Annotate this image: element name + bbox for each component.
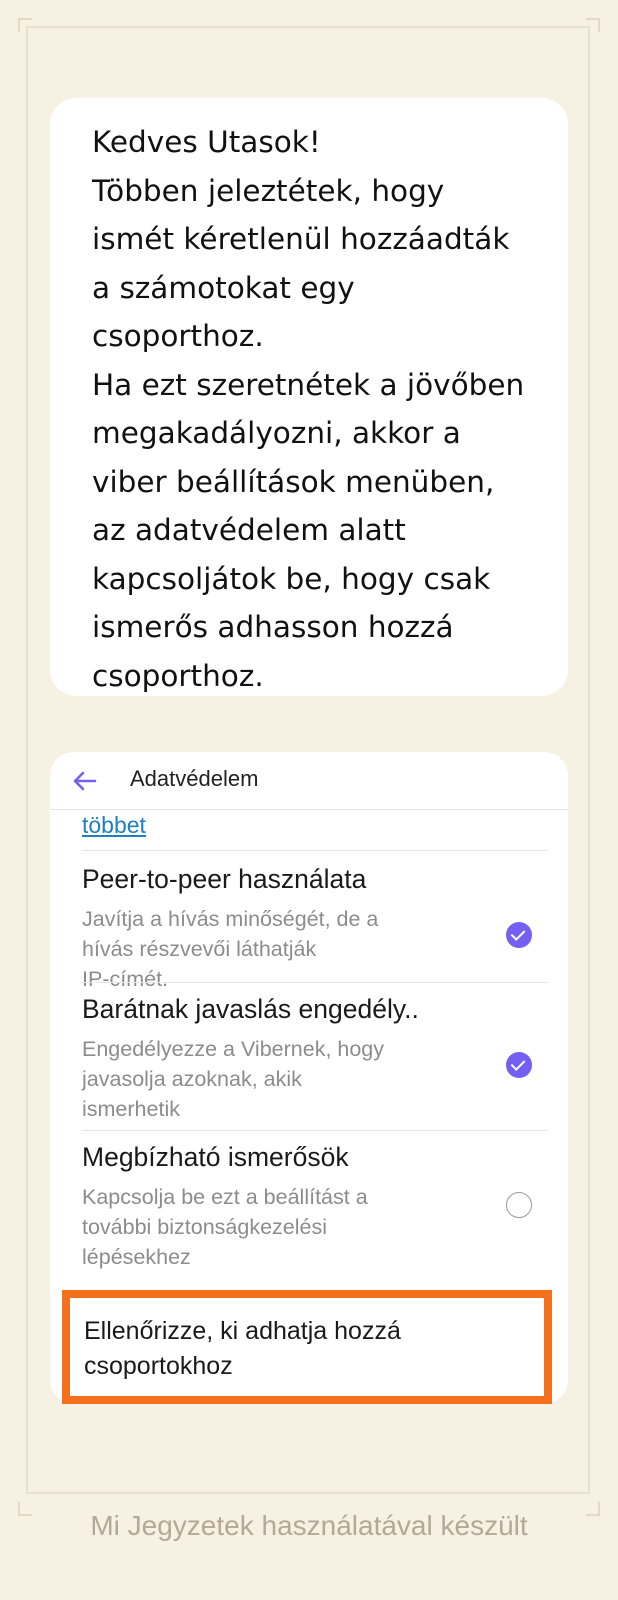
- note-line: az adatvédelem alatt: [92, 513, 406, 547]
- note-text: Kedves Utasok! Többen jeleztétek, hogy i…: [92, 118, 552, 700]
- note-card: Kedves Utasok! Többen jeleztétek, hogy i…: [50, 98, 568, 696]
- desc-line: lépésekhez: [82, 1245, 191, 1269]
- setting-title: Megbízható ismerősök: [82, 1142, 349, 1172]
- setting-description: Javítja a hívás minőségét, de a hívás ré…: [82, 904, 482, 994]
- setting-peer-to-peer[interactable]: Peer-to-peer használata Javítja a hívás …: [82, 864, 548, 991]
- scroll-fade: [50, 1270, 568, 1290]
- note-line: Többen jeleztétek, hogy: [92, 173, 445, 208]
- desc-line: Engedélyezze a Vibernek, hogy: [82, 1037, 385, 1061]
- setting-friend-suggestion[interactable]: Barátnak javaslás engedély.. Engedélyezz…: [82, 994, 548, 1121]
- note-line: csoporthoz.: [92, 658, 264, 693]
- footer-caption: Mi Jegyzetek használatával készült: [90, 1510, 528, 1541]
- label-line: Ellenőrizze, ki adhatja hozzá: [84, 1317, 401, 1345]
- divider: [82, 982, 548, 983]
- checkbox-checked[interactable]: [506, 922, 532, 948]
- frame-corner: [18, 18, 32, 32]
- group-add-permission-item[interactable]: Ellenőrizze, ki adhatja hozzá csoportokh…: [62, 1290, 552, 1404]
- note-line: Kedves Utasok!: [92, 125, 321, 159]
- note-line: ismét kéretlenül hozzáadták: [92, 222, 510, 256]
- divider: [82, 1130, 548, 1131]
- setting-title: Peer-to-peer használata: [82, 864, 367, 894]
- note-line: kapcsoljátok be, hogy csak: [92, 561, 491, 596]
- desc-line: javasolja azoknak, akik: [82, 1067, 302, 1091]
- note-line: viber beállítások menüben,: [92, 464, 495, 499]
- top-bar: Adatvédelem: [50, 752, 568, 810]
- desc-line: IP-címét.: [82, 967, 169, 991]
- setting-trusted-contacts[interactable]: Megbízható ismerősök Kapcsolja be ezt a …: [82, 1142, 548, 1282]
- desc-line: Kapcsolja be ezt a beállítást a: [82, 1185, 368, 1209]
- checkbox-unchecked[interactable]: [506, 1192, 532, 1218]
- setting-title: Barátnak javaslás engedély..: [82, 994, 419, 1024]
- group-add-permission-label: Ellenőrizze, ki adhatja hozzá csoportokh…: [84, 1314, 524, 1384]
- desc-line: ismerhetik: [82, 1097, 180, 1121]
- setting-description: Engedélyezze a Vibernek, hogy javasolja …: [82, 1034, 482, 1124]
- page-title: Adatvédelem: [130, 766, 259, 791]
- note-line: csoporthoz.: [92, 319, 264, 353]
- desc-line: hívás részvevői láthatják: [82, 937, 317, 961]
- desc-line: további biztonságkezelési: [82, 1215, 328, 1239]
- label-line: csoportokhoz: [84, 1352, 233, 1380]
- note-line: megakadályozni, akkor a: [92, 416, 461, 450]
- note-line: ismerős adhasson hozzá: [92, 610, 454, 644]
- setting-description: Kapcsolja be ezt a beállítást a további …: [82, 1182, 482, 1272]
- back-arrow-icon[interactable]: [72, 768, 98, 794]
- note-line: Ha ezt szeretnétek a jövőben: [92, 367, 525, 402]
- checkbox-checked[interactable]: [506, 1052, 532, 1078]
- more-link[interactable]: többet: [82, 812, 146, 839]
- frame-corner: [586, 18, 600, 32]
- desc-line: Javítja a hívás minőségét, de a: [82, 907, 379, 931]
- divider: [82, 850, 548, 851]
- note-line: a számotokat egy: [92, 270, 355, 305]
